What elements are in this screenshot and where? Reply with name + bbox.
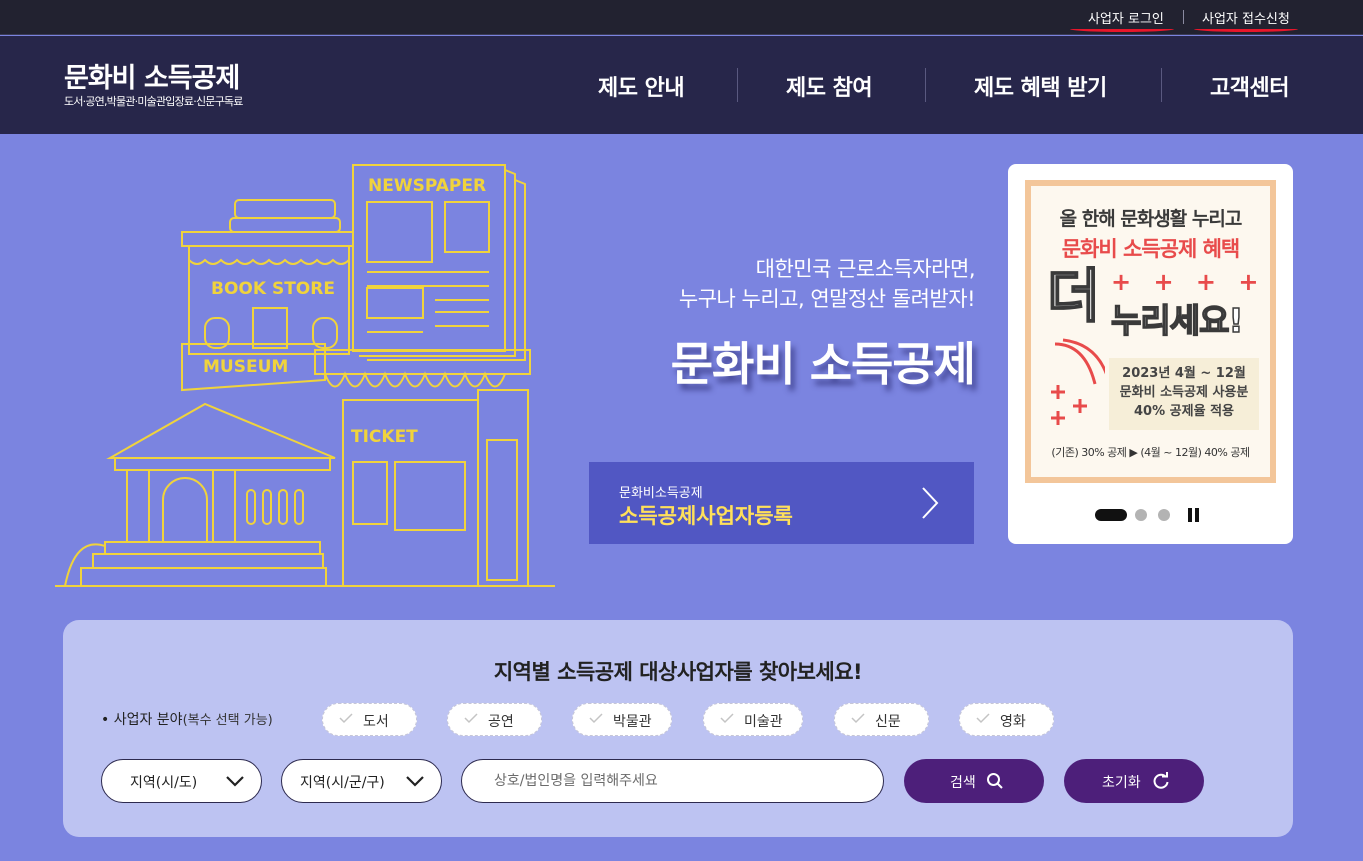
business-apply-label: 사업자 접수신청: [1202, 12, 1290, 27]
logo-title: 문화비 소득공제: [64, 63, 240, 94]
category-chip-label: 영화: [1000, 714, 1026, 730]
nav-benefits[interactable]: 제도 혜택 받기: [974, 70, 1107, 102]
search-button[interactable]: 검색: [904, 759, 1044, 803]
reset-button[interactable]: 초기화: [1064, 759, 1204, 803]
chevron-down-icon: [406, 776, 424, 787]
category-chip-newspaper[interactable]: 신문: [834, 703, 929, 736]
nav-customer-center[interactable]: 고객센터: [1210, 70, 1289, 102]
hero-line-1: 대한민국 근로소득자라면,: [755, 257, 976, 281]
nav-divider: [1161, 68, 1162, 102]
check-icon: [339, 713, 353, 724]
category-chip-label: 공연: [488, 714, 514, 730]
register-business-button[interactable]: 문화비소득공제 소득공제사업자등록: [589, 462, 974, 544]
promo-info-period: 2023년 4월 ~ 12월: [1122, 366, 1246, 381]
category-chip-performance[interactable]: 공연: [447, 703, 542, 736]
chevron-right-icon: [922, 487, 939, 519]
category-chip-label: 신문: [875, 714, 901, 730]
business-login-link[interactable]: 사업자 로그인: [1070, 8, 1174, 32]
nav-divider: [925, 68, 926, 102]
slider-dot[interactable]: [1158, 509, 1170, 521]
promo-line-2: 문화비 소득공제 혜택: [1061, 237, 1241, 261]
register-button-subtitle: 문화비소득공제: [619, 486, 703, 501]
check-icon: [851, 713, 865, 724]
refresh-icon: [1153, 772, 1169, 789]
culture-buildings-illustration: NEWSPAPER BOOK STORE MUSEUM TICKET: [55, 164, 555, 587]
category-chip-movie[interactable]: 영화: [959, 703, 1054, 736]
register-button-title: 소득공제사업자등록: [619, 504, 793, 528]
category-chip-museum[interactable]: 박물관: [572, 703, 672, 736]
top-link-divider: [1183, 10, 1184, 24]
apply-annotation-underline: [1194, 26, 1298, 32]
category-chip-label: 미술관: [744, 714, 783, 730]
nav-system-guide[interactable]: 제도 안내: [598, 70, 685, 102]
promo-plus-signs: + + + +: [1111, 268, 1266, 296]
promo-info-rate: 40% 공제율 적용: [1134, 404, 1234, 419]
check-icon: [464, 713, 478, 724]
category-field-label: • 사업자 분야(복수 선택 가능): [101, 709, 273, 729]
slider-dot-active[interactable]: [1095, 509, 1127, 521]
check-icon: [720, 713, 734, 724]
business-login-label: 사업자 로그인: [1088, 12, 1164, 27]
site-header: 문화비 소득공제 도서·공연,박물관·미술관입장료·신문구독료 제도 안내 제도…: [0, 36, 1363, 134]
promo-deo: 더: [1046, 262, 1101, 330]
search-panel-title: 지역별 소득공제 대상사업자를 찾아보세요!: [493, 660, 863, 684]
business-apply-link[interactable]: 사업자 접수신청: [1194, 8, 1298, 32]
category-chip-art-gallery[interactable]: 미술관: [703, 703, 803, 736]
promo-banner-slider: 올 한해 문화생활 누리고 문화비 소득공제 혜택 더 + + + + 누리세요…: [1008, 164, 1293, 544]
category-chip-books[interactable]: 도서: [322, 703, 417, 736]
category-chip-label: 박물관: [613, 714, 652, 730]
promo-info-box: 2023년 4월 ~ 12월 문화비 소득공제 사용분 40% 공제율 적용: [1109, 358, 1259, 430]
promo-nurise: 누리세요!: [1110, 300, 1244, 341]
search-icon: [987, 773, 1003, 789]
hero-line-2: 누구나 누리고, 연말정산 돌려받자!: [678, 287, 976, 311]
region-sido-select[interactable]: 지역(시/도): [101, 759, 262, 803]
promo-info-usage: 문화비 소득공제 사용분: [1119, 385, 1249, 400]
search-button-label: 검색: [950, 775, 976, 791]
category-label-note: (복수 선택 가능): [182, 713, 273, 728]
nav-participation[interactable]: 제도 참여: [786, 70, 873, 102]
promo-line-1: 올 한해 문화생활 누리고: [1059, 208, 1243, 230]
reset-button-label: 초기화: [1102, 775, 1141, 791]
promo-banner-slide[interactable]: 올 한해 문화생활 누리고 문화비 소득공제 혜택 더 + + + + 누리세요…: [1025, 180, 1276, 483]
pause-icon[interactable]: [1187, 508, 1201, 522]
region-sido-value: 지역(시/도): [130, 775, 198, 791]
chevron-down-icon: [226, 776, 244, 787]
check-icon: [976, 713, 990, 724]
museum-sign: MUSEUM: [203, 357, 288, 377]
business-name-search-input[interactable]: [461, 759, 884, 803]
slider-dot[interactable]: [1135, 509, 1147, 521]
region-sigungu-select[interactable]: 지역(시/군/구): [281, 759, 442, 803]
check-icon: [589, 713, 603, 724]
promo-footer: (기존) 30% 공제 ▶ (4월 ~ 12월) 40% 공제: [1051, 446, 1250, 459]
top-utility-bar: 사업자 로그인 사업자 접수신청: [0, 0, 1363, 35]
bookstore-sign: BOOK STORE: [211, 279, 335, 299]
hero-tagline: 대한민국 근로소득자라면, 누구나 누리고, 연말정산 돌려받자!: [678, 254, 976, 314]
newspaper-sign: NEWSPAPER: [368, 176, 486, 196]
nav-divider: [737, 68, 738, 102]
login-annotation-underline: [1070, 26, 1174, 32]
category-label: • 사업자 분야: [101, 712, 183, 728]
ticket-sign: TICKET: [351, 427, 418, 447]
logo-subtitle: 도서·공연,박물관·미술관입장료·신문구독료: [64, 95, 243, 108]
business-search-panel: 지역별 소득공제 대상사업자를 찾아보세요! • 사업자 분야(복수 선택 가능…: [63, 620, 1293, 837]
region-sigungu-value: 지역(시/군/구): [300, 775, 385, 791]
sparkle-plus-decoration-icon: [1051, 338, 1105, 425]
category-chip-label: 도서: [363, 714, 389, 730]
hero-title: 문화비 소득공제: [670, 337, 976, 391]
